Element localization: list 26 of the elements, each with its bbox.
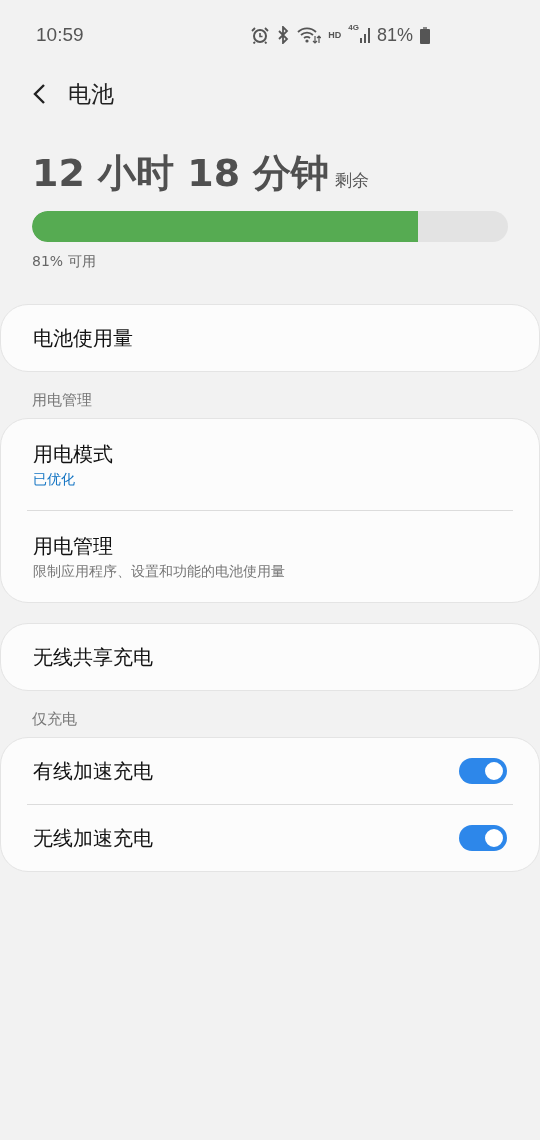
available-percent: 81% 可用 <box>32 253 96 271</box>
battery-percent: 81% <box>376 24 413 46</box>
section-header: 用电管理 <box>31 390 93 411</box>
bluetooth-icon <box>276 26 291 44</box>
alarm-icon <box>251 26 270 44</box>
signal-icon <box>359 27 370 43</box>
toggle-switch[interactable] <box>459 825 507 851</box>
toggle-switch[interactable] <box>459 758 507 784</box>
remaining-label: 剩余 <box>335 169 370 192</box>
setting-title[interactable]: 用电模式 <box>33 440 113 468</box>
setting-title[interactable]: 无线共享充电 <box>33 643 153 671</box>
back-icon <box>32 83 46 105</box>
wifi-icon <box>297 26 322 44</box>
setting-value: 已优化 <box>33 470 76 489</box>
setting-title[interactable]: 无线加速充电 <box>33 824 153 852</box>
setting-title[interactable]: 电池使用量 <box>33 324 133 352</box>
network-type: 4G <box>348 23 359 32</box>
status-time: 10:59 <box>36 24 84 46</box>
section-header: 仅充电 <box>31 709 78 730</box>
setting-title[interactable]: 有线加速充电 <box>33 757 153 785</box>
page-title: 电池 <box>68 79 114 109</box>
hd-indicator: HD <box>328 30 342 40</box>
battery-icon <box>420 26 430 44</box>
time-remaining: 12 小时 18 分钟 <box>32 150 330 197</box>
setting-title[interactable]: 用电管理 <box>33 532 285 560</box>
setting-description: 限制应用程序、设置和功能的电池使用量 <box>33 562 285 581</box>
